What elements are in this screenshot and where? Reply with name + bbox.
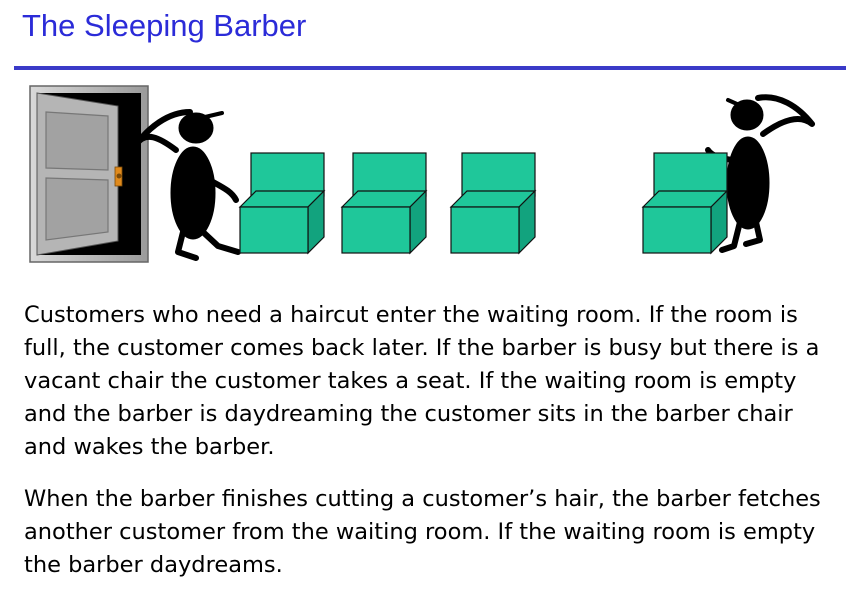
waiting-chair-icon [238, 152, 326, 255]
barber-chair-icon [641, 152, 729, 255]
slide-title: The Sleeping Barber [22, 8, 307, 43]
barbershop-illustration [29, 85, 815, 263]
customer-figure-icon [133, 109, 241, 261]
waiting-chair-icon [449, 152, 537, 255]
description-paragraph-customers: Customers who need a haircut enter the w… [24, 302, 820, 460]
description-paragraph-barber: When the barber finishes cutting a custo… [24, 486, 821, 578]
door-icon [29, 85, 149, 263]
waiting-chair-icon [340, 152, 428, 255]
